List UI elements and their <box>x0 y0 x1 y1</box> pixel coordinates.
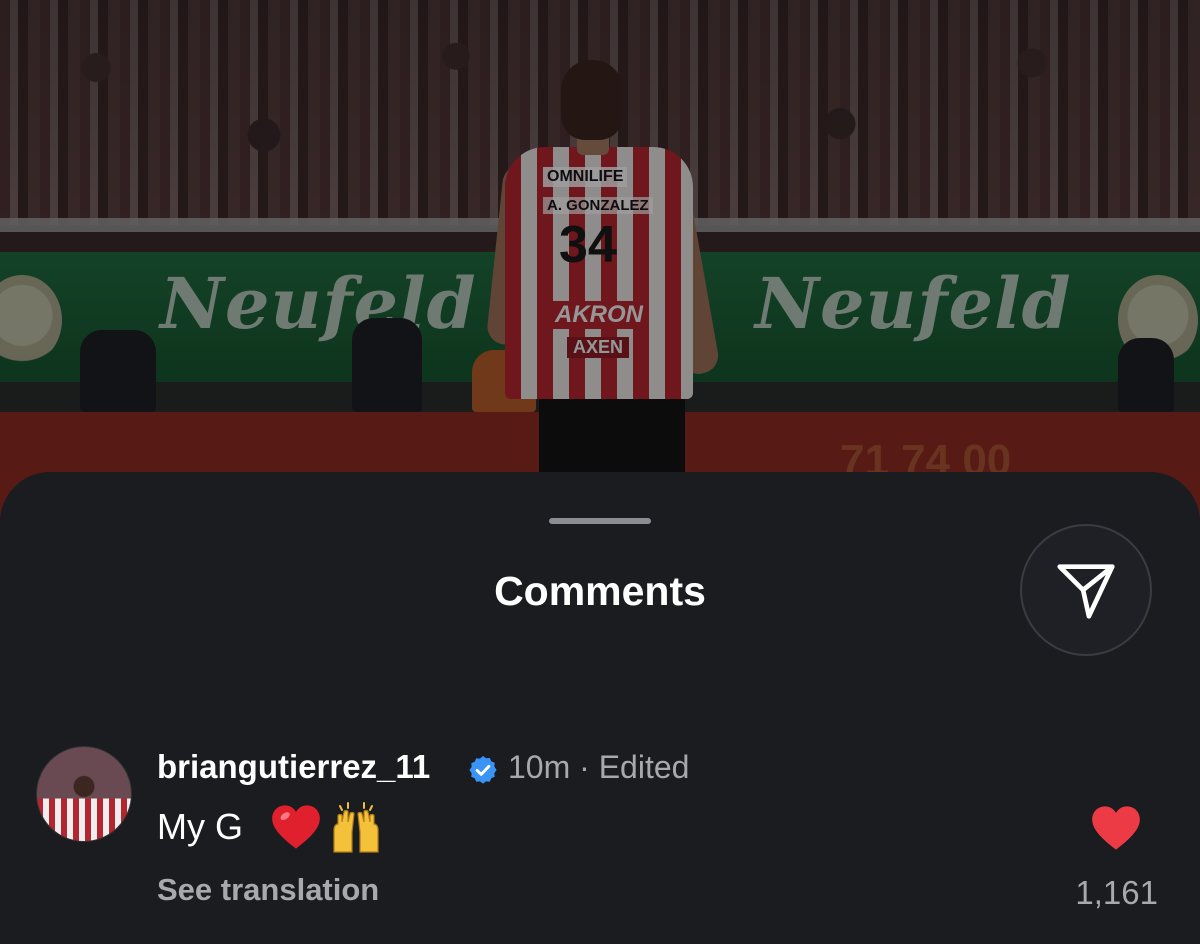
avatar[interactable] <box>36 746 132 842</box>
sheet-grabber[interactable] <box>549 518 651 524</box>
verified-badge-icon <box>469 756 497 784</box>
comments-sheet: Comments briangutierrez_11 10m · Edited … <box>0 472 1200 944</box>
heart-filled-icon[interactable] <box>1090 804 1142 852</box>
meta-separator: · <box>579 749 590 785</box>
comment-item: briangutierrez_11 10m · Edited My G See … <box>0 744 1200 914</box>
edited-label: Edited <box>598 749 690 785</box>
see-translation-link[interactable]: See translation <box>157 872 379 908</box>
like-count: 1,161 <box>1075 874 1158 911</box>
screen: Neufeld Neufeld 71 74 00 OMNILIFE A. GON… <box>0 0 1200 944</box>
share-button[interactable] <box>1020 524 1152 656</box>
raising-hands-emoji <box>333 802 379 853</box>
send-icon <box>1057 564 1115 619</box>
comment-time: 10m <box>508 749 571 785</box>
comment-meta: 10m · Edited <box>508 749 689 786</box>
comment-text: My G <box>157 806 243 847</box>
comment-username[interactable]: briangutierrez_11 <box>157 748 430 786</box>
red-heart-emoji <box>272 805 320 849</box>
